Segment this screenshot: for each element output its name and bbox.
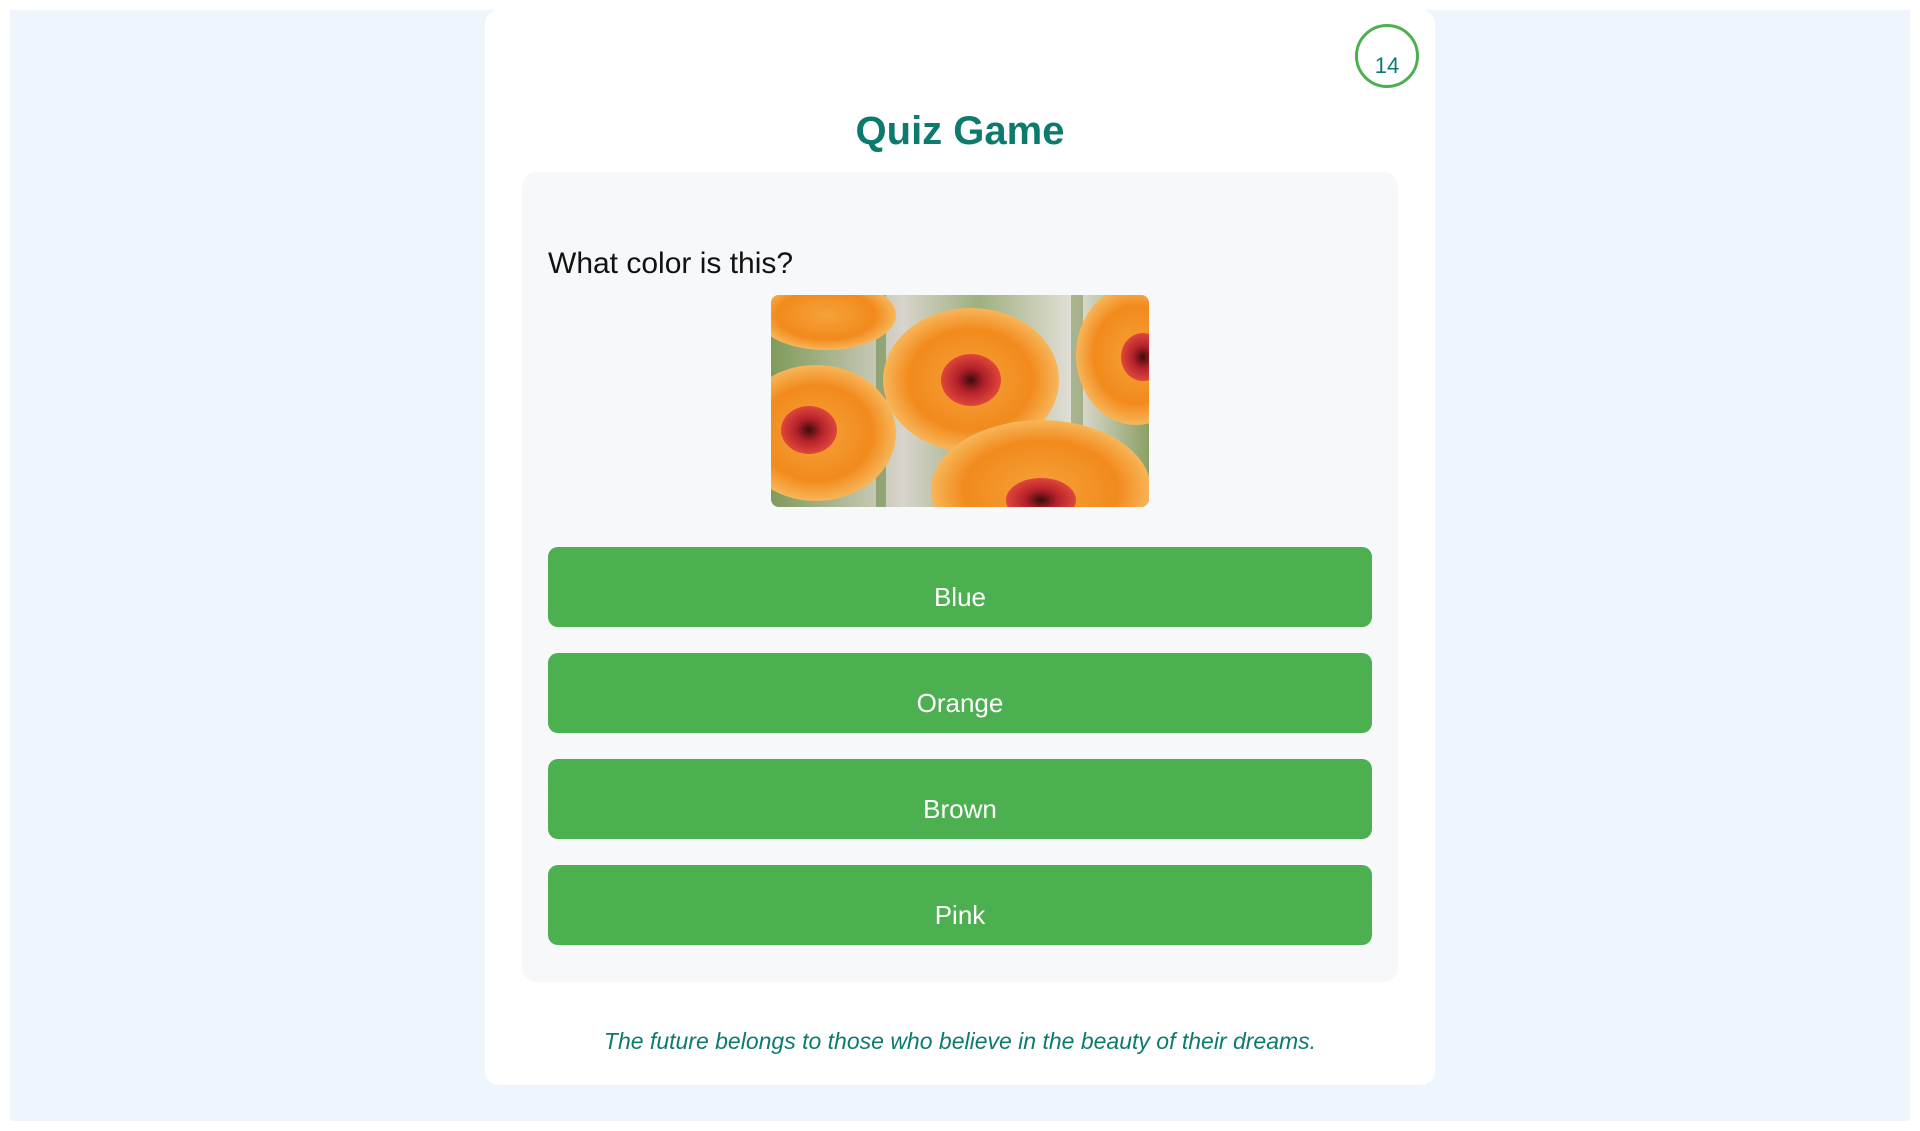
page-title: Quiz Game: [855, 109, 1065, 153]
answer-button-brown[interactable]: Brown: [548, 759, 1372, 839]
answer-label: Blue: [933, 582, 987, 612]
countdown-timer: 14: [1355, 24, 1419, 88]
question-image: [771, 295, 1149, 507]
motivational-quote: The future belongs to those who believe …: [603, 1028, 1317, 1054]
timer-value: 14: [1374, 53, 1400, 78]
answer-label: Orange: [916, 688, 1004, 718]
answer-button-pink[interactable]: Pink: [548, 865, 1372, 945]
answer-label: Brown: [923, 794, 997, 824]
flowers-image: [771, 295, 1149, 507]
answer-button-blue[interactable]: Blue: [548, 547, 1372, 627]
answer-options: Blue Orange Brown Pink: [548, 547, 1372, 971]
question-text: What color is this?: [548, 247, 794, 280]
answer-button-orange[interactable]: Orange: [548, 653, 1372, 733]
answer-label: Pink: [934, 900, 986, 930]
